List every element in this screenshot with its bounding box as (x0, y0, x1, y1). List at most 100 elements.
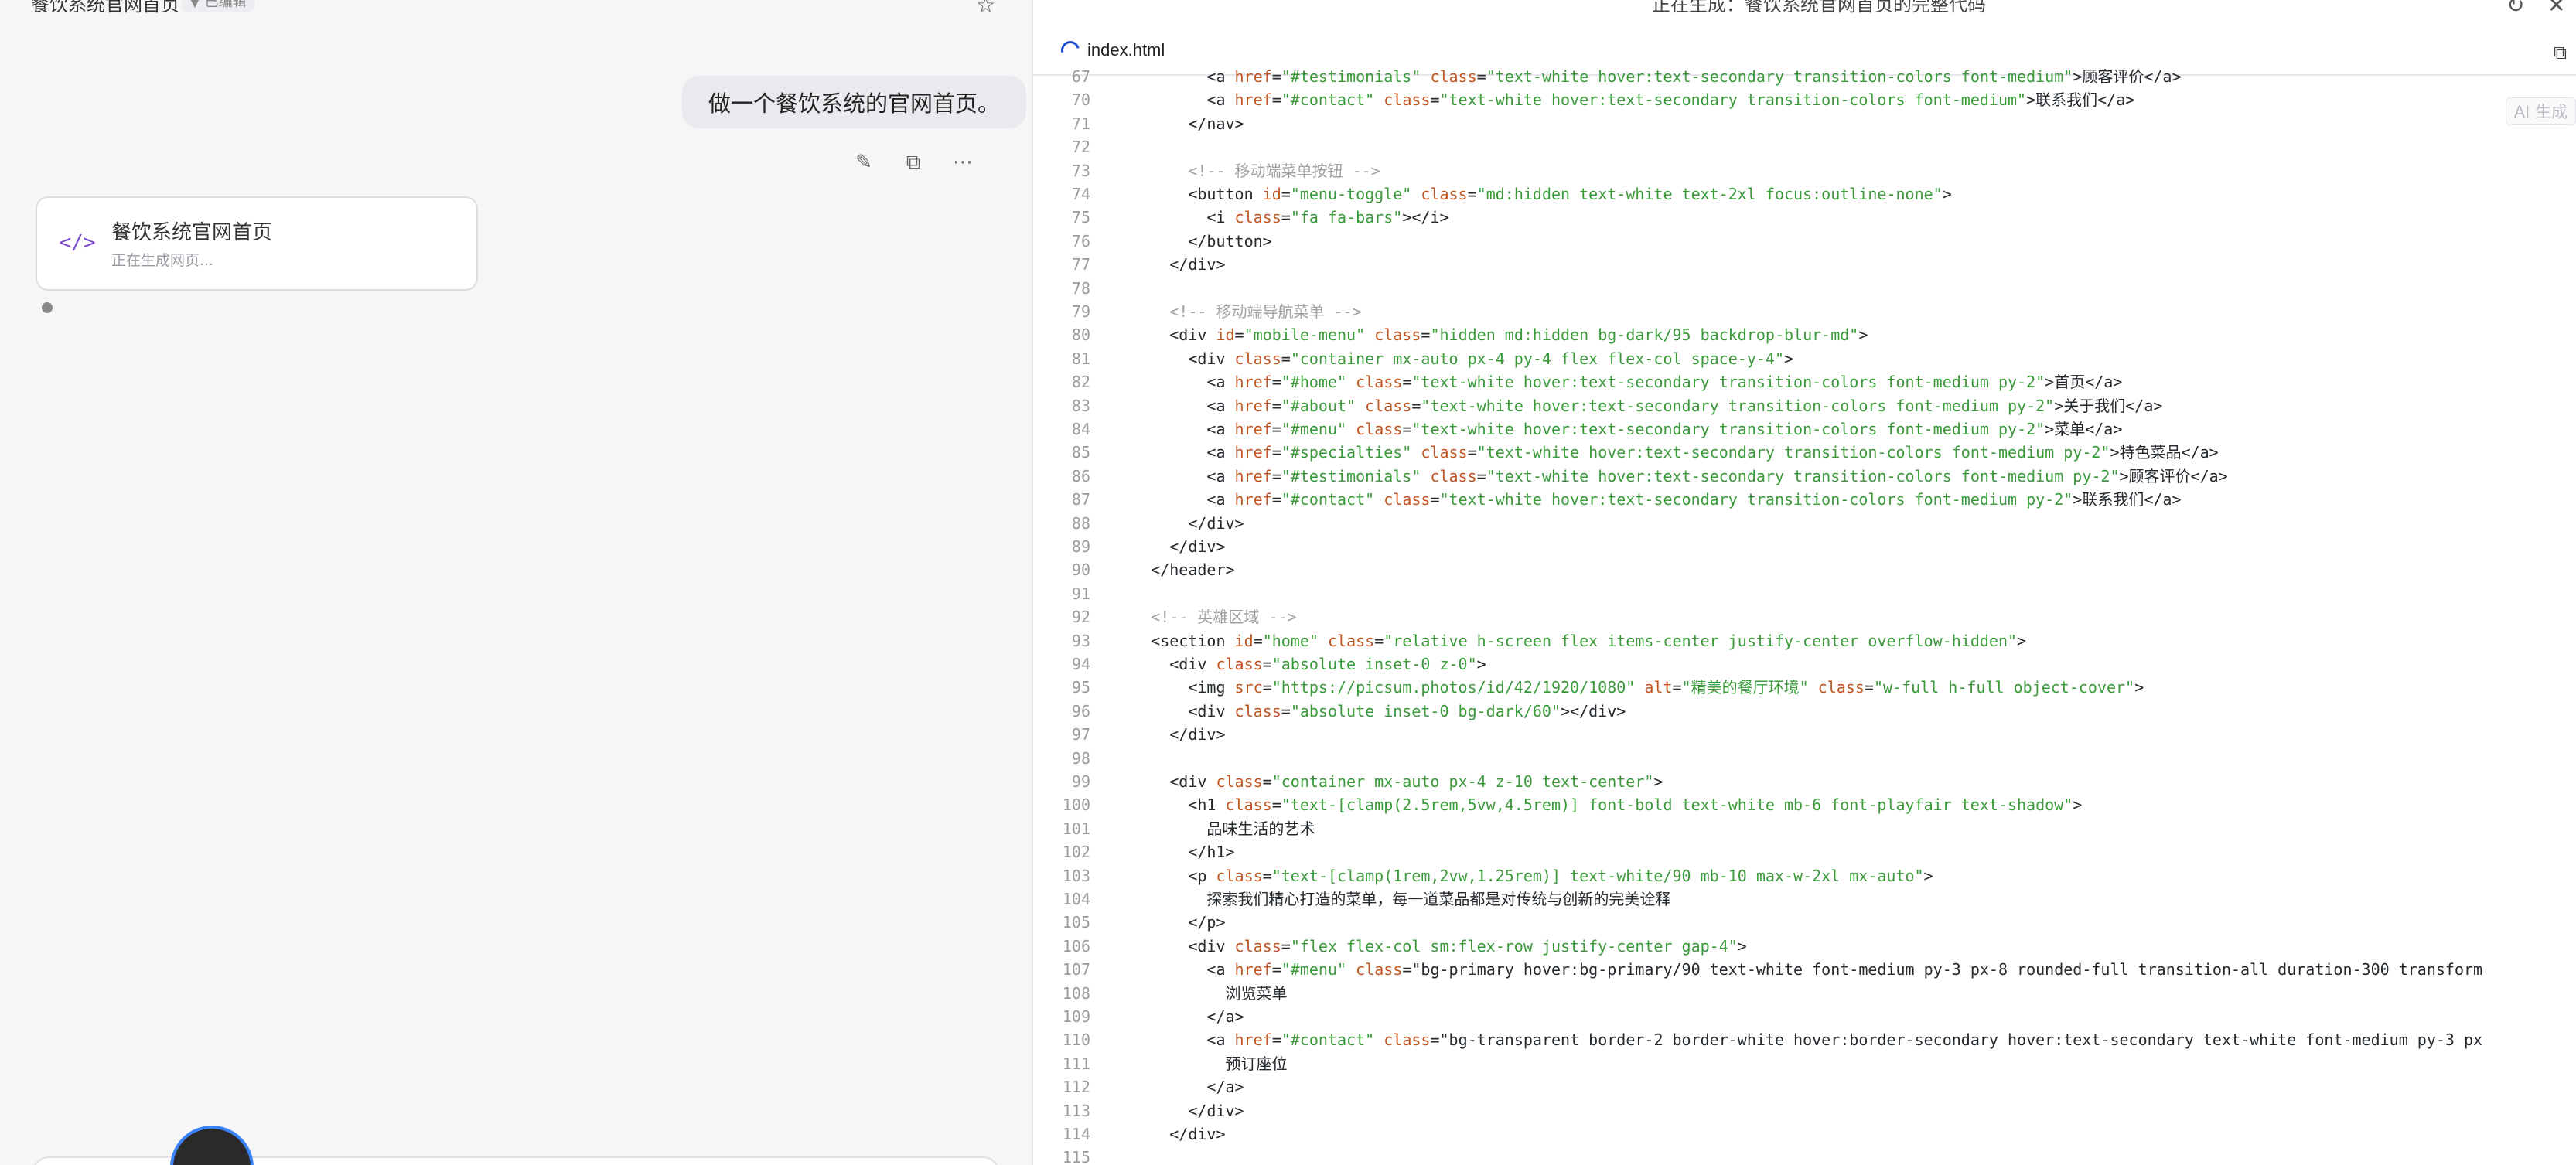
code-line: 92 <!-- 英雄区域 --> (1033, 605, 1297, 628)
line-number: 105 (1062, 913, 1090, 932)
line-source: <div class="container mx-auto px-4 py-4 … (1114, 349, 1794, 368)
line-number: 82 (1071, 373, 1090, 392)
code-line: 109 </a> (1033, 1005, 1244, 1028)
code-line: 72 (1033, 135, 1114, 158)
line-number: 104 (1062, 890, 1090, 908)
line-number: 110 (1062, 1030, 1090, 1050)
line-source: <h1 class="text-[clamp(2.5rem,5vw,4.5rem… (1114, 795, 2083, 815)
line-number: 111 (1062, 1054, 1090, 1073)
line-number: 88 (1071, 513, 1090, 533)
line-number: 102 (1062, 843, 1090, 862)
line-number: 94 (1071, 655, 1090, 673)
line-number: 107 (1062, 960, 1090, 979)
line-number: 113 (1062, 1101, 1090, 1120)
code-line: 103 <p class="text-[clamp(1rem,2vw,1.25r… (1033, 864, 1933, 887)
line-source: <div class="absolute inset-0 bg-dark/60"… (1114, 701, 1626, 720)
code-line: 101 品味生活的艺术 (1033, 817, 1315, 840)
code-line: 74 <button id="menu-toggle" class="md:hi… (1033, 182, 1952, 206)
code-line: 102 </h1> (1033, 840, 1235, 864)
code-line: 95 <img src="https://picsum.photos/id/42… (1033, 676, 2144, 699)
line-number: 100 (1062, 795, 1090, 815)
code-line: 75 <i class="fa fa-bars"></i> (1033, 206, 1449, 229)
code-line: 71 </nav> (1033, 112, 1244, 135)
line-source: <a href="#testimonials" class="text-whit… (1114, 466, 2228, 485)
typing-indicator (42, 302, 53, 313)
line-source: <div id="mobile-menu" class="hidden md:h… (1114, 325, 1868, 345)
line-source: </button> (1114, 231, 1272, 250)
copy-code-icon[interactable]: ⧉ (2554, 42, 2567, 63)
line-number: 74 (1071, 185, 1090, 203)
line-source: </div> (1114, 537, 1226, 556)
line-source: </div> (1114, 513, 1244, 533)
line-number: 87 (1071, 490, 1090, 509)
line-source: <div class="container mx-auto px-4 z-10 … (1114, 772, 1663, 791)
line-number: 80 (1071, 325, 1090, 345)
code-line: 79 <!-- 移动端导航菜单 --> (1033, 300, 1362, 323)
line-source: <!-- 移动端菜单按钮 --> (1114, 161, 1380, 180)
line-number: 71 (1071, 114, 1090, 133)
line-source: <a href="#about" class="text-white hover… (1114, 396, 2163, 415)
line-number: 106 (1062, 936, 1090, 956)
line-number: 84 (1071, 420, 1090, 438)
avatar[interactable] (170, 1126, 254, 1165)
code-line: 70 <a href="#contact" class="text-white … (1033, 88, 2134, 111)
code-line: 105 </p> (1033, 911, 1226, 934)
line-source: <a href="#specialties" class="text-white… (1114, 443, 2219, 462)
title-badge[interactable]: ▼ 已编辑 (182, 0, 254, 12)
line-number: 93 (1071, 631, 1090, 650)
code-line: 114 </div> (1033, 1122, 1226, 1146)
line-number: 90 (1071, 560, 1090, 580)
conversation-title[interactable]: 餐饮系统官网首页 (31, 0, 179, 16)
line-number: 96 (1071, 701, 1090, 720)
file-tab[interactable]: index.html (1057, 37, 1165, 63)
code-line: 86 <a href="#testimonials" class="text-w… (1033, 465, 2228, 488)
pin-icon[interactable]: ☆ (976, 0, 995, 18)
line-number: 101 (1062, 819, 1090, 838)
code-line: 90 </header> (1033, 558, 1235, 581)
line-number: 89 (1071, 537, 1090, 556)
line-source: <a href="#home" class="text-white hover:… (1114, 373, 2123, 392)
line-source: </header> (1114, 560, 1235, 580)
line-source: </div> (1114, 1125, 1226, 1143)
code-icon: </> (59, 231, 96, 254)
code-line: 115 (1033, 1146, 1114, 1165)
line-source: 品味生活的艺术 (1114, 819, 1315, 838)
line-source: <div class="flex flex-col sm:flex-row ju… (1114, 936, 1747, 956)
line-number: 73 (1071, 161, 1090, 180)
line-number: 70 (1071, 90, 1090, 110)
edit-icon[interactable]: ✎ (852, 151, 875, 175)
artifact-card[interactable]: </> 餐饮系统官网首页 正在生成网页... (36, 196, 478, 291)
copy-icon[interactable]: ⧉ (902, 151, 925, 175)
code-line: 106 <div class="flex flex-col sm:flex-ro… (1033, 935, 1747, 958)
code-line: 98 (1033, 747, 1114, 770)
code-line: 96 <div class="absolute inset-0 bg-dark/… (1033, 700, 1626, 723)
line-source: <section id="home" class="relative h-scr… (1114, 631, 2027, 650)
line-number: 91 (1071, 584, 1090, 603)
more-icon[interactable]: ⋯ (951, 151, 974, 175)
line-number: 72 (1071, 138, 1090, 157)
line-number: 114 (1062, 1125, 1090, 1143)
line-number: 112 (1062, 1078, 1090, 1097)
line-number: 108 (1062, 983, 1090, 1003)
code-line: 78 (1033, 277, 1114, 300)
code-line: 99 <div class="container mx-auto px-4 z-… (1033, 770, 1663, 793)
refresh-icon[interactable]: ↻ (2506, 0, 2524, 18)
code-line: 94 <div class="absolute inset-0 z-0"> (1033, 652, 1486, 676)
line-source: <!-- 移动端导航菜单 --> (1114, 302, 1362, 321)
close-icon[interactable]: ✕ (2547, 0, 2565, 18)
code-line: 87 <a href="#contact" class="text-white … (1033, 488, 2182, 511)
line-source: <!-- 英雄区域 --> (1114, 608, 1297, 627)
line-number: 76 (1071, 231, 1090, 250)
line-source: <div class="absolute inset-0 z-0"> (1114, 655, 1486, 673)
code-line: 110 <a href="#contact" class="bg-transpa… (1033, 1028, 2482, 1051)
artifact-title: 餐饮系统官网首页 (111, 221, 273, 244)
line-source: <a href="#contact" class="bg-transparent… (1114, 1030, 2483, 1050)
line-number: 98 (1071, 748, 1090, 768)
line-number: 67 (1071, 67, 1090, 86)
chat-panel: 餐饮系统官网首页 ▼ 已编辑 ☆ 做一个餐饮系统的官网首页。 ✎ ⧉ ⋯ </>… (0, 0, 1032, 1165)
code-line: 108 浏览菜单 (1033, 982, 1288, 1005)
line-source: <a href="#contact" class="text-white hov… (1114, 490, 2182, 509)
line-number: 83 (1071, 396, 1090, 415)
line-number: 103 (1062, 866, 1090, 885)
code-line: 91 (1033, 582, 1114, 605)
